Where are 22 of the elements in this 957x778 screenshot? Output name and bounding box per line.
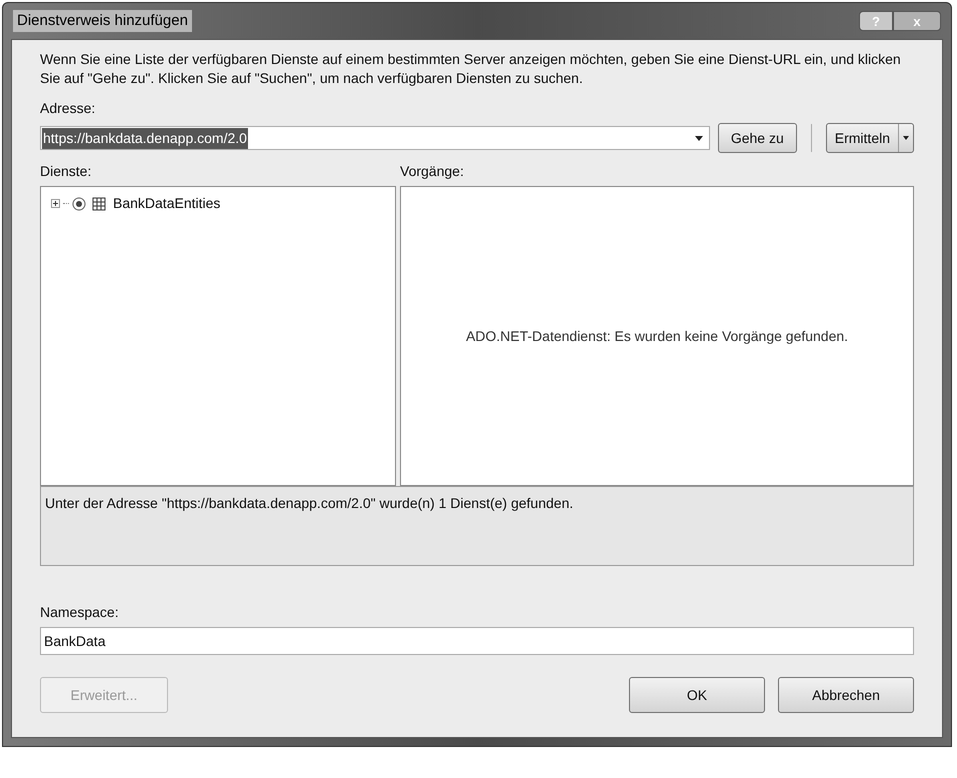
table-icon	[92, 196, 106, 210]
namespace-label: Namespace:	[40, 603, 120, 622]
address-value: https://bankdata.denapp.com/2.0	[42, 128, 248, 148]
status-text: Unter der Adresse "https://bankdata.denapp.com/2.0" wurde(n) 1 Dienst(e) gefunden.	[45, 495, 574, 511]
namespace-field[interactable]: BankData	[40, 627, 914, 655]
discover-split-button[interactable]: Ermitteln	[826, 123, 914, 153]
discover-label[interactable]: Ermitteln	[826, 128, 898, 148]
dialog-button[interactable]: OK	[629, 677, 765, 713]
address-combobox[interactable]: https://bankdata.denapp.com/2.0	[40, 126, 710, 150]
tree-item[interactable]: BankDataEntities	[113, 193, 220, 214]
caret-icon	[903, 136, 909, 140]
empty-message: ADO.NET-Datendienst: Es wurden keine Vorgänge gefunden.	[466, 326, 848, 346]
expander-icon[interactable]	[51, 199, 60, 208]
window-title: Dienstverweis hinzufügen	[13, 10, 192, 32]
operations-label: Vorgänge:	[400, 162, 465, 181]
dropdown-arrow-icon	[694, 136, 703, 140]
go-button[interactable]: Gehe zu	[718, 123, 797, 153]
address-label: Adresse:	[40, 99, 96, 118]
services-label: Dienste:	[40, 162, 92, 181]
intro-text: Wenn Sie eine Liste der verfügbaren Dienste auf einem bestimmten Server anzeigen möchten, geben Sie eine Dienst-URL ein, und klicken Sie auf "Gehe zu". Klicken Sie auf "Suchen", um nach verfügbaren Diensten zu suchen.	[40, 50, 902, 88]
dialog-button[interactable]: Abbrechen	[778, 677, 914, 713]
service-icon	[72, 196, 86, 210]
